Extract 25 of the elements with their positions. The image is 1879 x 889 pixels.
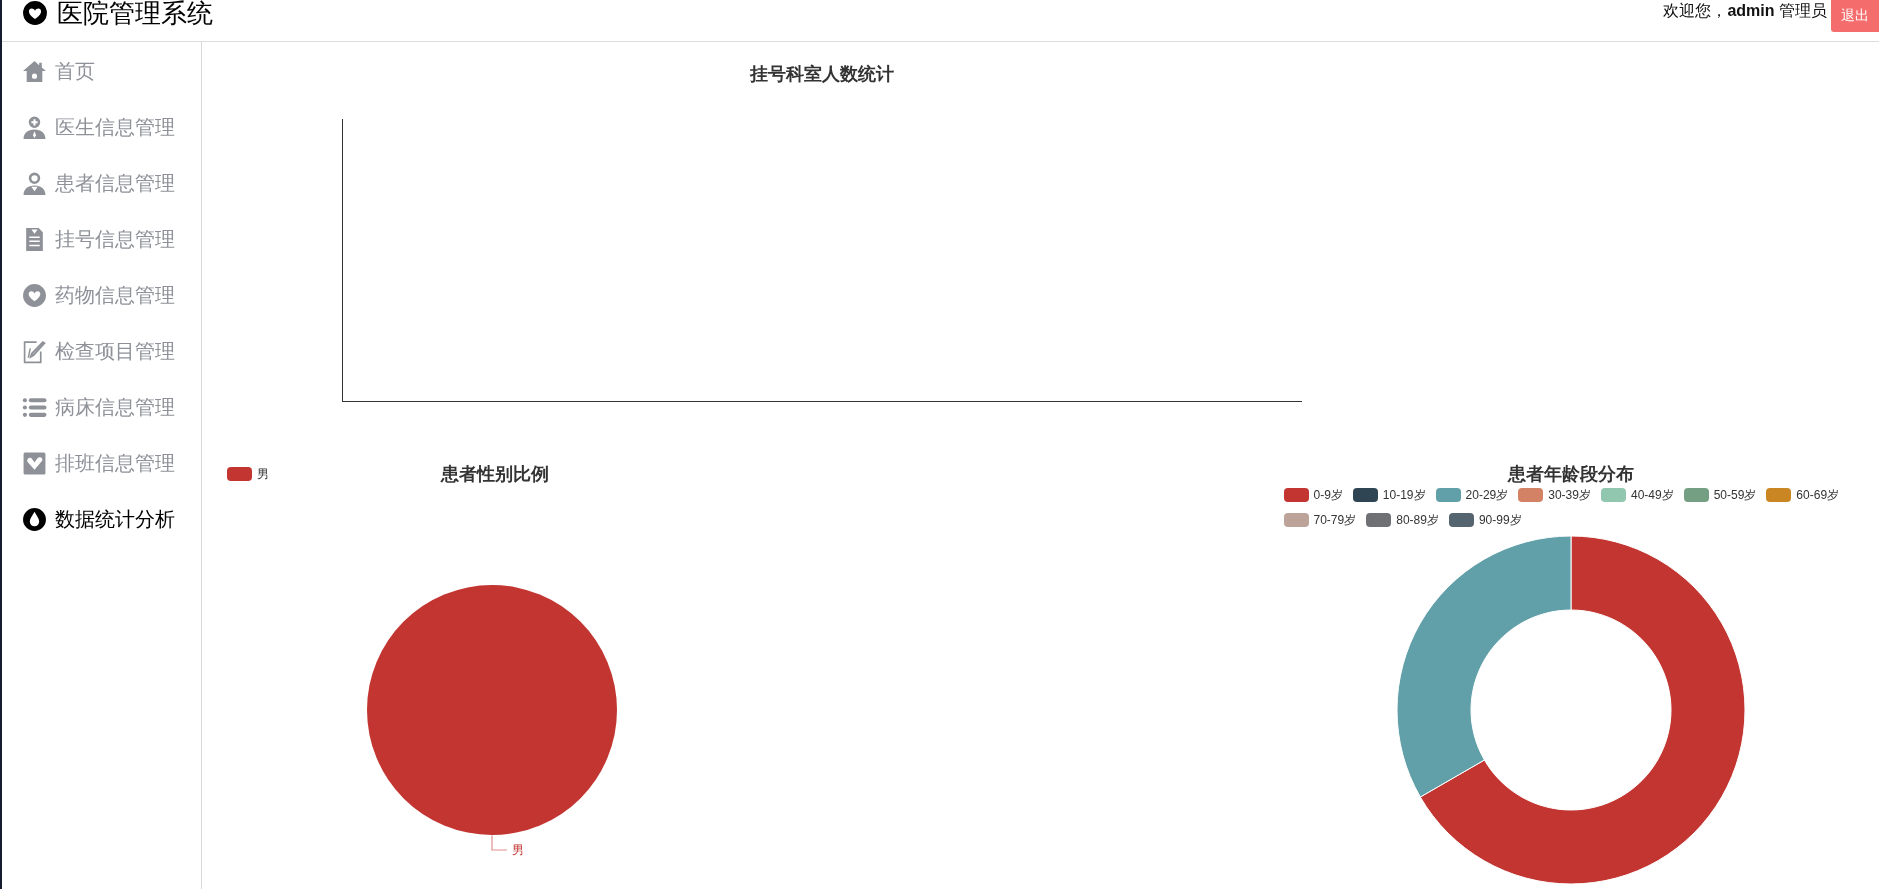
chart-title: 挂号科室人数统计 — [750, 63, 894, 86]
legend-item[interactable]: 70-79岁 — [1283, 513, 1357, 527]
legend-item[interactable]: 男 — [227, 467, 269, 481]
welcome-text: 欢迎您，admin 管理员 — [1663, 1, 1827, 21]
slice-label: 男 — [512, 843, 524, 857]
legend-item[interactable]: 60-69岁 — [1766, 488, 1840, 502]
legend-item[interactable]: 40-49岁 — [1600, 488, 1674, 502]
legend-item[interactable]: 80-89岁 — [1366, 513, 1439, 527]
leader-line — [491, 834, 508, 851]
legend-item[interactable]: 50-59岁 — [1683, 488, 1757, 502]
edit-icon — [22, 338, 47, 364]
legend-item[interactable]: 90-99岁 — [1448, 513, 1522, 527]
person-cross-icon — [22, 114, 47, 140]
chart-title: 患者性别比例 — [440, 463, 549, 486]
legend-item[interactable]: 30-39岁 — [1518, 488, 1591, 502]
home-icon — [22, 58, 47, 84]
app-title: 医院管理系统 — [57, 0, 213, 26]
person-icon — [22, 170, 47, 196]
logo-icon — [22, 0, 48, 26]
chart-title: 患者年龄段分布 — [1508, 463, 1634, 486]
nav-item[interactable]: 数据统计分析 — [2, 491, 175, 547]
legend-item[interactable]: 0-9岁 — [1283, 488, 1343, 502]
legend-item[interactable]: 10-19岁 — [1352, 488, 1426, 502]
drop-icon — [22, 506, 47, 532]
legend-item[interactable]: 20-29岁 — [1435, 488, 1509, 502]
